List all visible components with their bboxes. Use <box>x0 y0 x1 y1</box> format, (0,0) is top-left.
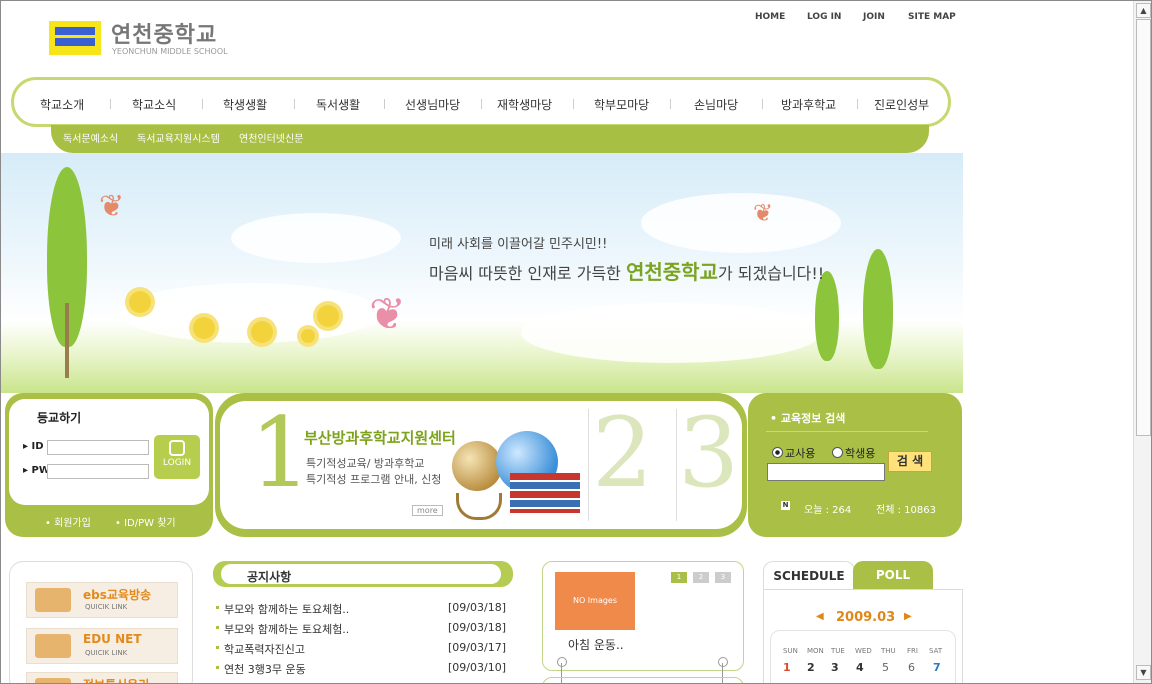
logo-emblem <box>49 21 101 55</box>
calendar-day[interactable]: 7 <box>933 661 941 674</box>
notice-header[interactable]: 공지사항 <box>213 561 513 587</box>
visitor-total: 전체 : 10863 <box>876 505 936 516</box>
photo-thumbnail[interactable]: NO Images <box>555 572 635 630</box>
calendar-grid: SUN MON TUE WED THU FRI SAT 1 2 3 4 5 6 … <box>770 630 956 683</box>
tab-poll[interactable]: POLL <box>853 561 933 589</box>
next-month-icon[interactable]: ▶ <box>904 611 912 622</box>
ethics-icon <box>35 678 71 683</box>
hero-slogan-1: 미래 사회를 이끌어갈 민주시민!! <box>429 237 608 252</box>
tree-right-2 <box>863 249 893 369</box>
books-icon <box>510 473 580 513</box>
calendar-day[interactable]: 5 <box>882 661 889 674</box>
pin-icon <box>718 657 728 667</box>
banner-desc-2: 특기적성 프로그램 안내, 신청 <box>306 473 442 486</box>
pin-icon <box>557 657 567 667</box>
scroll-down-icon[interactable]: ▼ <box>1136 665 1151 680</box>
join-member-link[interactable]: • 회원가입 <box>45 514 91 529</box>
butterfly-icon: ❦ <box>99 189 125 224</box>
radio-student[interactable]: 학생용 <box>832 445 875 461</box>
nav-item-parents[interactable]: 학부모마당 <box>594 96 649 113</box>
logo-title: 연천중학교 <box>111 23 218 48</box>
browser-page: 연천중학교 YEONCHUN MIDDLE SCHOOL HOME LOG IN… <box>0 0 1152 684</box>
hero-school-name: 연천중학교 <box>625 260 718 284</box>
photo-caption[interactable]: 아침 운동.. <box>568 636 624 653</box>
scroll-thumb[interactable] <box>1136 19 1151 436</box>
subnav-item-reading-system[interactable]: 독서교육지원시스템 <box>137 130 220 145</box>
scroll-up-icon[interactable]: ▲ <box>1136 3 1151 18</box>
schedule-panel: ◀ 2009.03 ▶ SUN MON TUE WED THU FRI SAT … <box>763 589 963 683</box>
login-button[interactable]: LOGIN <box>154 435 200 479</box>
subnav-item-internet-paper[interactable]: 연천인터넷신문 <box>239 130 303 145</box>
gallery-page-2[interactable]: 2 <box>693 572 709 583</box>
nav-item-school-intro[interactable]: 학교소개 <box>40 96 84 113</box>
nav-item-after-school[interactable]: 방과후학교 <box>781 96 836 113</box>
more-button[interactable]: more <box>412 505 443 516</box>
calendar-month: 2009.03 <box>836 610 896 625</box>
banner-desc-1: 특기적성교육/ 방과후학교 <box>306 457 425 470</box>
find-id-pw-link[interactable]: • ID/PW 찾기 <box>115 514 176 529</box>
banner-page-2[interactable]: 2 <box>592 401 653 509</box>
home-link[interactable]: HOME <box>755 12 785 22</box>
sitemap-link[interactable]: SITE MAP <box>908 12 956 22</box>
quick-link-ebs[interactable]: ebs교육방송 QUICIK LINK <box>26 582 178 618</box>
quick-link-edunet[interactable]: EDU NET QUICIK LINK <box>26 628 178 664</box>
vertical-scrollbar[interactable]: ▲ ▼ <box>1133 1 1151 683</box>
nav-item-students[interactable]: 재학생마당 <box>497 96 552 113</box>
id-label: ▸ ID <box>23 441 44 452</box>
nav-item-career[interactable]: 진로인성부 <box>874 96 929 113</box>
nav-item-reading-life[interactable]: 독서생활 <box>316 96 360 113</box>
login-box: 등교하기 ▸ ID ▸ PW LOGIN • 회원가입 • ID/PW 찾기 <box>5 393 213 537</box>
gallery-page-1[interactable]: 1 <box>671 572 687 583</box>
search-input[interactable] <box>767 463 885 481</box>
visitor-today: 오늘 : 264 <box>804 505 852 516</box>
edu-search-box: • 교육정보 검색 교사용 학생용 검 색 N 오늘 : 264 전체 : 10… <box>748 393 962 537</box>
sub-nav: 독서문예소식 독서교육지원시스템 연천인터넷신문 <box>51 125 929 153</box>
radio-teacher[interactable]: 교사용 <box>772 445 815 461</box>
search-title: • 교육정보 검색 <box>770 412 846 425</box>
butterfly-icon: ❦ <box>369 289 406 340</box>
quick-links: ebs교육방송 QUICIK LINK EDU NET QUICIK LINK … <box>9 561 193 683</box>
tab-schedule[interactable]: SCHEDULE <box>763 561 855 590</box>
nav-item-student-life[interactable]: 학생생활 <box>223 96 267 113</box>
logo-subtitle: YEONCHUN MIDDLE SCHOOL <box>112 47 228 56</box>
subnav-item-reading-news[interactable]: 독서문예소식 <box>63 130 118 145</box>
prev-month-icon[interactable]: ◀ <box>816 611 824 622</box>
nav-item-teachers[interactable]: 선생님마당 <box>405 96 460 113</box>
photo-gallery-lower <box>542 677 744 683</box>
pw-label: ▸ PW <box>23 465 50 476</box>
calendar-day[interactable]: 2 <box>807 661 815 674</box>
quick-link-ethics[interactable]: 정보통신윤리 <box>26 672 178 683</box>
notice-title: 공지사항 <box>247 570 292 584</box>
gallery-page-3[interactable]: 3 <box>715 572 731 583</box>
butterfly-icon: ❦ <box>753 199 774 227</box>
calendar-day[interactable]: 6 <box>908 661 915 674</box>
calendar-day[interactable]: 1 <box>783 661 791 674</box>
banner-page-1[interactable]: 1 <box>250 401 311 509</box>
login-title: 등교하기 <box>37 411 82 425</box>
new-badge-icon: N <box>781 501 790 510</box>
pw-input[interactable] <box>47 464 149 479</box>
hero-slogan-2: 마음씨 따뜻한 인재로 가득한 연천중학교가 되겠습니다!! <box>429 260 825 284</box>
calendar-day[interactable]: 3 <box>831 661 839 674</box>
main-nav: 학교소개 학교소식 학생생활 독서생활 선생님마당 재학생마당 학부모마당 손님… <box>11 77 951 127</box>
photo-gallery: NO Images 아침 운동.. 1 2 3 <box>542 561 744 671</box>
edunet-icon <box>35 634 71 658</box>
lock-icon <box>169 440 185 456</box>
hero-banner: ❦ ❦ ❦ 미래 사회를 이끌어갈 민주시민!! 마음씨 따뜻한 인재로 가득한… <box>1 153 963 393</box>
id-input[interactable] <box>47 440 149 455</box>
globe-icon <box>452 441 502 491</box>
nav-item-school-news[interactable]: 학교소식 <box>132 96 176 113</box>
ebs-icon <box>35 588 71 612</box>
calendar-day[interactable]: 4 <box>856 661 864 674</box>
nav-item-guests[interactable]: 손님마당 <box>694 96 738 113</box>
after-school-banner: 1 부산방과후학교지원센터 특기적성교육/ 방과후학교 특기적성 프로그램 안내… <box>215 393 747 537</box>
banner-title[interactable]: 부산방과후학교지원센터 <box>304 427 456 448</box>
login-link[interactable]: LOG IN <box>807 12 841 22</box>
search-button[interactable]: 검 색 <box>888 451 932 472</box>
join-link[interactable]: JOIN <box>863 12 885 22</box>
banner-page-3[interactable]: 3 <box>678 401 739 509</box>
